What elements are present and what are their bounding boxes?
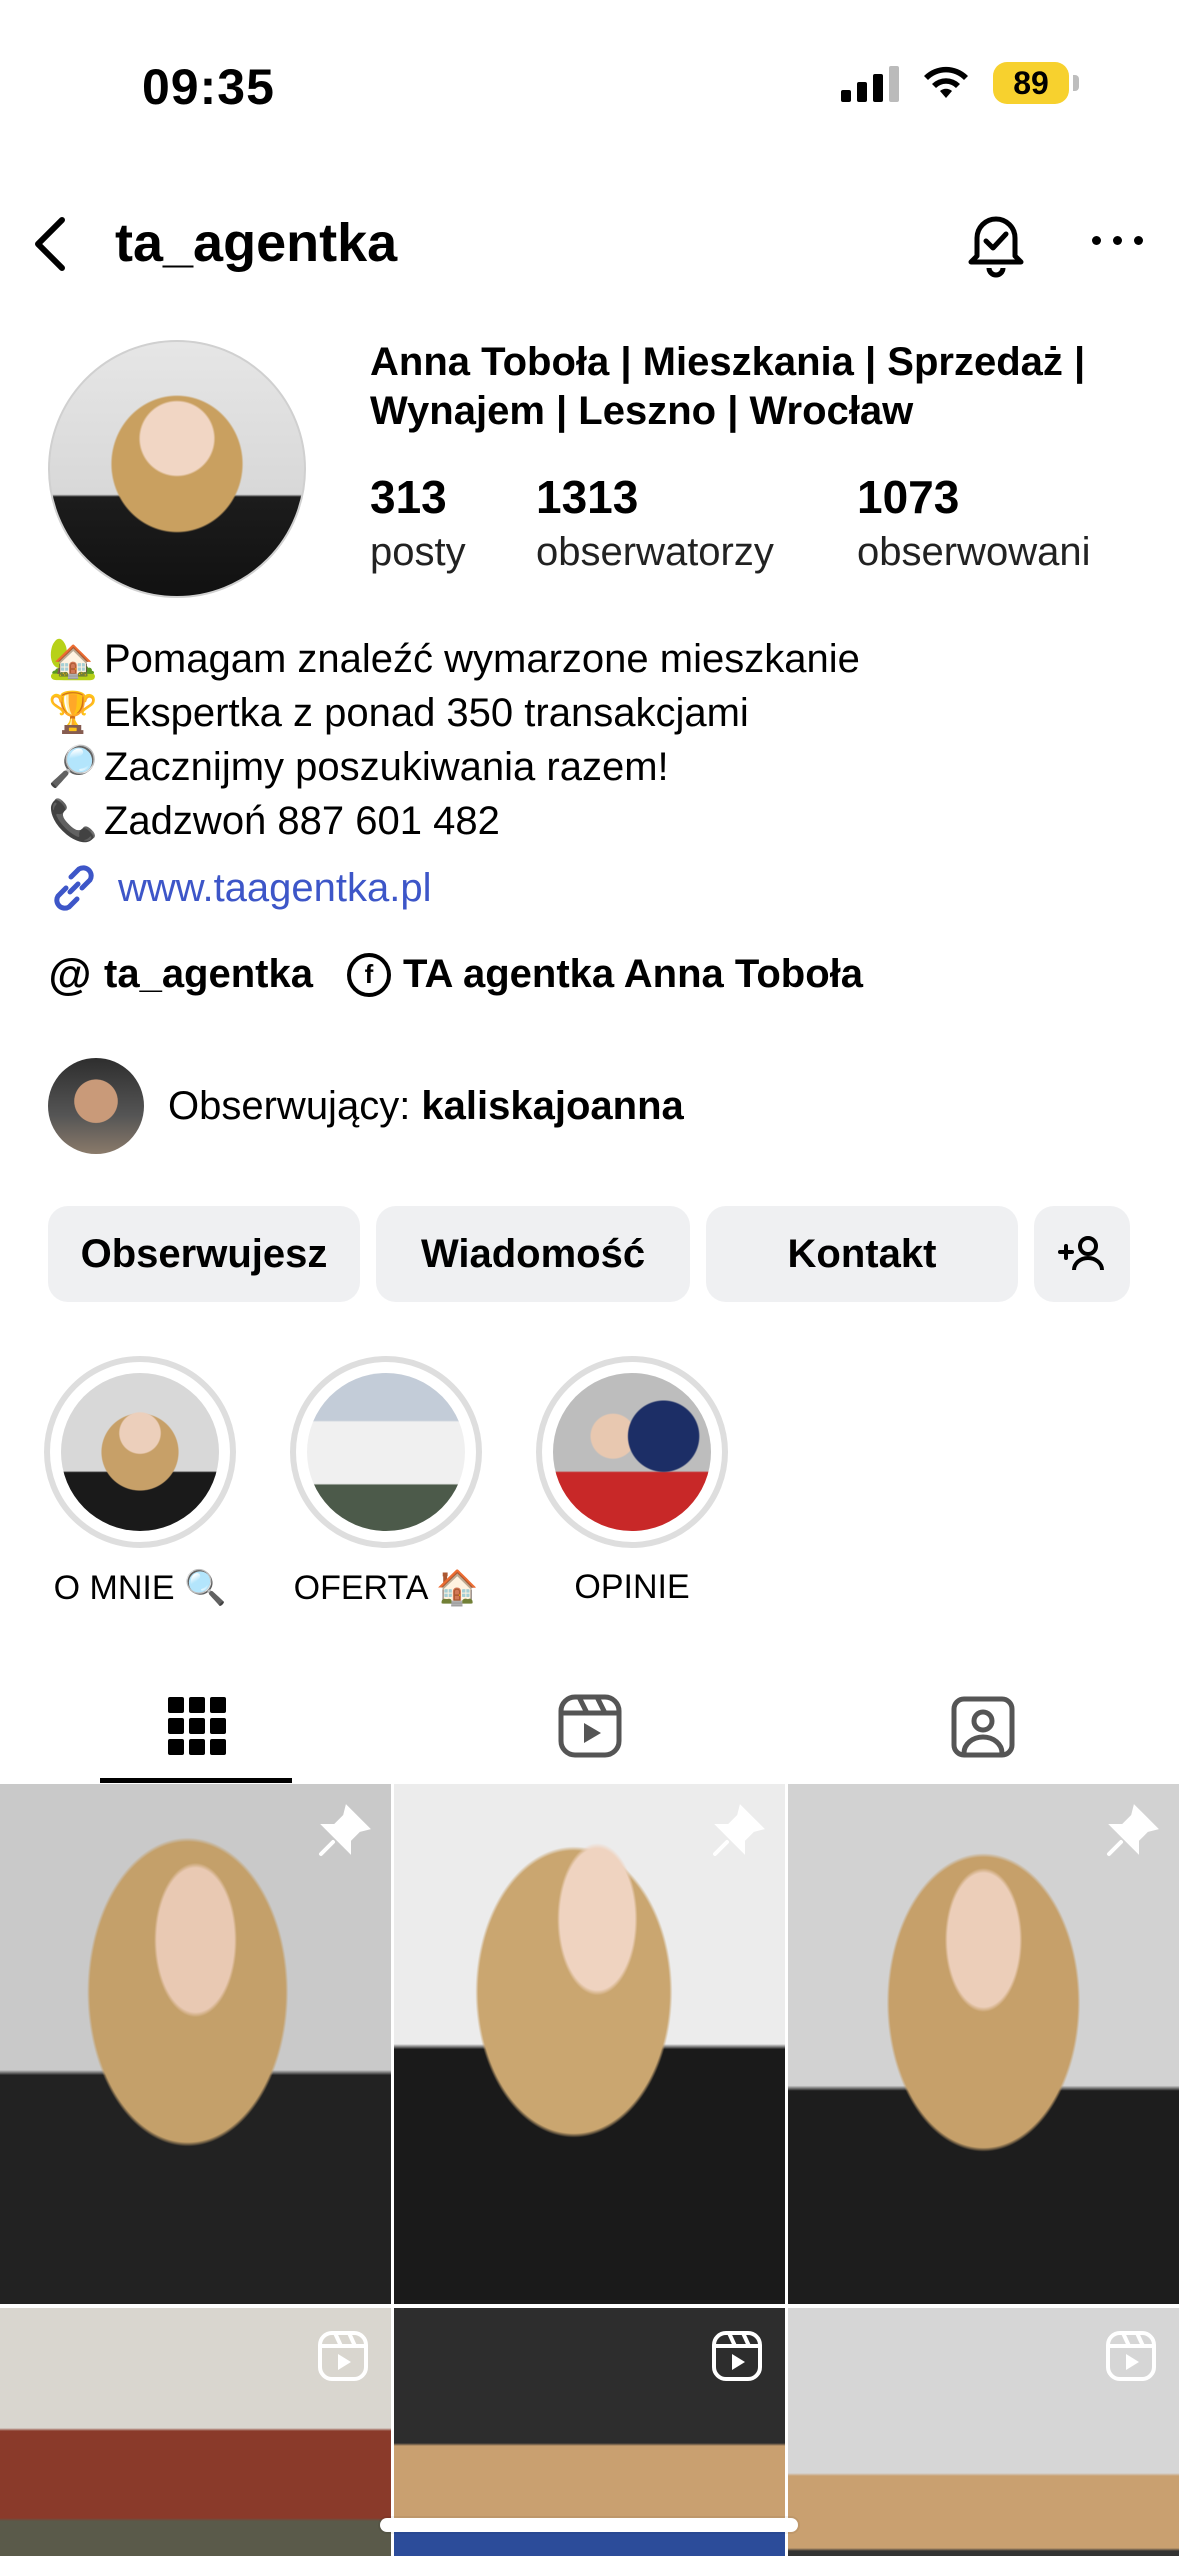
back-icon[interactable] [26,214,76,274]
more-icon[interactable] [1092,236,1143,245]
highlight-label: OFERTA 🏠 [293,1569,479,1607]
followed-by-text: Obserwujący: kaliskajoanna [168,1084,684,1129]
highlight-ring [44,1356,236,1548]
message-button[interactable]: Wiadomość [376,1206,690,1302]
tagged-icon [951,1696,1014,1758]
link-icon [54,865,94,911]
highlight-cover [307,1373,465,1531]
cellular-signal-icon [841,64,899,102]
threads-username: ta_agentka [104,952,313,996]
contact-button[interactable]: Kontakt [706,1206,1018,1302]
reel-badge-icon [318,2331,368,2381]
stat-followers[interactable]: 1313 obserwatorzy [536,470,774,575]
post-thumbnail[interactable] [394,1784,785,2304]
highlight-about[interactable]: O MNIE 🔍 [44,1356,236,1608]
highlight-cover [553,1373,711,1531]
facebook-icon: f [346,952,391,997]
status-time: 09:35 [142,59,275,115]
highlight-offer[interactable]: OFERTA 🏠 [290,1356,482,1608]
profile-avatar[interactable] [48,340,306,598]
header-username: ta_agentka [115,213,398,273]
bell-check-icon[interactable] [963,208,1029,278]
home-indicator[interactable] [380,2518,798,2532]
stat-followers-label: obserwatorzy [536,530,774,574]
pin-icon [319,1804,371,1856]
add-person-icon [1058,1236,1104,1271]
bio-text: Zacznijmy poszukiwania razem! [104,745,669,789]
tab-posts-grid[interactable] [0,1668,393,1784]
highlight-reviews[interactable]: OPINIE [536,1356,728,1607]
profile-header: ta_agentka [0,200,1179,290]
following-button[interactable]: Obserwujesz [48,1206,360,1302]
stat-posts-label: posty [370,530,466,574]
display-name: Anna Toboła | Mieszkania | Sprzedaż | Wy… [370,338,1150,436]
stat-followers-value: 1313 [536,471,639,523]
threads-icon: @ [48,949,92,999]
pin-icon [713,1804,765,1856]
bio-text: Pomagam znaleźć wymarzone mieszkanie [104,637,860,681]
website-text[interactable]: www.taagentka.pl [118,866,432,911]
bio-line: 🔎 Zacznijmy poszukiwania razem! [48,740,860,794]
phone-emoji-icon: 📞 [48,799,98,843]
display-name-line1: Anna Toboła | Mieszkania | Sprzedaż | [370,340,1086,384]
bio-line: 📞 Zadzwoń 887 601 482 [48,794,860,848]
highlight-label: OPINIE [574,1568,690,1606]
house-emoji-icon: 🏡 [48,637,98,681]
website-link[interactable]: www.taagentka.pl [48,862,432,914]
highlight-label: O MNIE 🔍 [53,1569,227,1607]
add-person-button[interactable] [1034,1206,1130,1302]
battery-icon: 89 [993,62,1079,104]
post-thumbnail[interactable] [788,1784,1179,2304]
pin-icon [1107,1804,1159,1856]
stat-posts[interactable]: 313 posty [370,470,466,575]
display-name-line2: Wynajem | Leszno | Wrocław [370,389,914,433]
bio-line: 🏡 Pomagam znaleźć wymarzone mieszkanie [48,632,860,686]
social-links: @ ta_agentka f TA agentka Anna Toboła [48,949,897,999]
bio: 🏡 Pomagam znaleźć wymarzone mieszkanie 🏆 E… [48,632,860,848]
reels-icon [558,1694,621,1758]
reel-thumbnail[interactable] [0,2308,391,2556]
stat-following-value: 1073 [857,471,960,523]
reel-thumbnail[interactable] [788,2308,1179,2556]
wifi-icon [924,66,968,98]
active-tab-indicator [100,1778,292,1783]
magnifier-emoji-icon: 🔎 [48,745,98,789]
followed-by[interactable]: Obserwujący: kaliskajoanna [48,1058,684,1154]
highlight-cover [61,1373,219,1531]
trophy-emoji-icon: 🏆 [48,691,98,735]
followed-by-username: kaliskajoanna [421,1083,684,1128]
profile-tabs [0,1668,1179,1784]
battery-level: 89 [993,62,1069,104]
bio-line: 🏆 Ekspertka z ponad 350 transakcjami [48,686,860,740]
follower-avatar [48,1058,144,1154]
grid-icon [167,1697,226,1755]
tab-tagged[interactable] [786,1668,1179,1784]
status-indicators: 89 [841,62,1079,104]
facebook-name: TA agentka Anna Toboła [402,952,864,996]
tab-reels[interactable] [393,1668,786,1784]
highlight-ring [290,1356,482,1548]
facebook-link[interactable]: f TA agentka Anna Toboła [346,952,864,997]
stat-posts-value: 313 [370,471,447,523]
threads-link[interactable]: @ ta_agentka [48,949,313,999]
reel-badge-icon [1106,2331,1156,2381]
post-thumbnail[interactable] [0,1784,391,2304]
reel-badge-icon [712,2331,762,2381]
followed-by-prefix: Obserwujący: [168,1083,422,1128]
stat-following[interactable]: 1073 obserwowani [857,470,1090,575]
stat-following-label: obserwowani [857,530,1091,574]
highlight-ring [536,1356,728,1548]
bio-text[interactable]: Zadzwoń 887 601 482 [104,794,500,848]
bio-text: Ekspertka z ponad 350 transakcjami [104,691,749,735]
